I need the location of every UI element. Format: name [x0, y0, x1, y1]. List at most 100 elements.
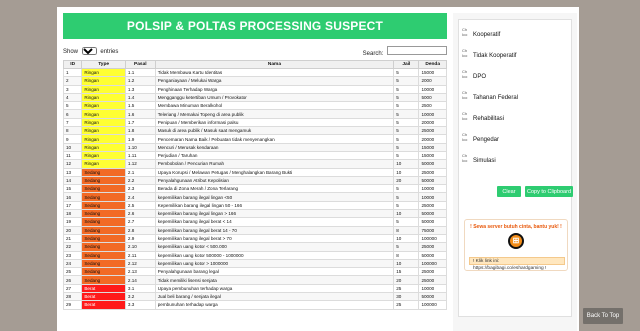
page-title: POLSIP & POLTAS PROCESSING SUSPECT: [63, 13, 447, 39]
search-input[interactable]: [387, 45, 447, 55]
denda-cell: 50000: [418, 291, 447, 302]
type-cell: Ringan: [81, 67, 126, 78]
checkbox-pengedar[interactable]: Ch Ico Pengedar: [462, 133, 499, 147]
table-row: 6 Ringan 1.6 Teleriang / Memakai Topeng di …: [63, 109, 447, 119]
type-cell: Ringan: [81, 142, 126, 152]
broken-checkbox-icon[interactable]: Ch Ico: [462, 133, 471, 147]
denda-cell: 15000: [418, 67, 447, 78]
nama-cell: Mengganggu ketertiban Umum / Provokator: [154, 92, 395, 103]
type-cell: Ringan: [81, 92, 126, 103]
denda-cell: 100000: [418, 258, 447, 269]
nama-cell: Penyalahgunaan Atribut Kepolisian: [154, 175, 395, 186]
denda-cell: 25000: [418, 200, 447, 211]
jail-cell: 15: [393, 267, 420, 277]
pasal-cell: 2.1: [124, 167, 156, 177]
table-row: 23 Sedang 2.11 kepemilikan uang kotor 50000…: [63, 250, 447, 260]
denda-cell: 25000: [418, 242, 447, 252]
id-cell: 18: [63, 209, 83, 219]
table-row: 22 Sedang 2.10 kepemilikan uang kotor < 500…: [63, 242, 447, 252]
nama-cell: kepemilikan uang kotor < 500.000: [154, 242, 395, 252]
column-header-type[interactable]: Type: [81, 60, 126, 69]
type-cell: Sedang: [81, 267, 126, 277]
pasal-cell: 3.1: [124, 283, 156, 294]
column-header-pasal[interactable]: Pasal: [124, 60, 156, 69]
main-page: POLSIP & POLTAS PROCESSING SUSPECT Show …: [57, 7, 579, 331]
denda-cell: 50000: [418, 159, 447, 169]
nama-cell: Penganiayaan / Melukai Warga: [154, 76, 395, 86]
copy-to-clipboard-button[interactable]: Copy to Clipboard: [525, 186, 573, 197]
jail-cell: 10: [393, 209, 420, 219]
checkbox-tidak-kooperatif[interactable]: Ch Ico Tidak Kooperatif: [462, 49, 516, 63]
denda-cell: 50000: [418, 217, 447, 227]
pasal-cell: 2.14: [124, 275, 156, 285]
denda-cell: 50000: [418, 175, 447, 186]
nama-cell: Upaya pembunuhan terhadap warga: [154, 283, 395, 294]
type-cell: Sedang: [81, 200, 126, 211]
jail-cell: 5: [393, 76, 420, 86]
denda-cell: 25000: [418, 275, 447, 285]
id-cell: 27: [63, 283, 83, 294]
entries-label: entries: [100, 49, 119, 55]
table-row: 4 Ringan 1.4 Mengganggu ketertiban Umum / P…: [63, 92, 447, 103]
broken-checkbox-icon[interactable]: Ch Ico: [462, 112, 471, 126]
checkbox-kooperatif[interactable]: Ch Ico Kooperatif: [462, 28, 500, 42]
pasal-cell: 2.5: [124, 200, 156, 211]
checkbox-dpo[interactable]: Ch Ico DPO: [462, 70, 486, 84]
broken-checkbox-icon[interactable]: Ch Ico: [462, 154, 471, 168]
type-cell: Sedang: [81, 250, 126, 260]
entries-select[interactable]: [81, 47, 97, 55]
nama-cell: Upaya Korupsi / Melawan Petugas / Mengha…: [154, 167, 395, 177]
jail-cell: 5: [393, 101, 420, 111]
jail-cell: 5: [393, 67, 420, 78]
nama-cell: kepemilikan barang ilegal lingan > 166: [154, 209, 395, 219]
jail-cell: 10: [393, 167, 420, 177]
denda-cell: 50000: [418, 209, 447, 219]
checkbox-rehabilitasi[interactable]: Ch Ico Rehabilitasi: [462, 112, 504, 126]
jail-cell: 8: [393, 225, 420, 235]
checkbox-tahanan-federal[interactable]: Ch Ico Tahanan Federal: [462, 91, 518, 105]
id-cell: 13: [63, 167, 83, 177]
column-header-jail[interactable]: Jail: [393, 60, 420, 69]
broken-checkbox-icon[interactable]: Ch Ico: [462, 49, 471, 63]
type-cell: Ringan: [81, 76, 126, 86]
nama-cell: kepemilikan uang kotor 500000 - 1000000: [154, 250, 395, 260]
table-section: POLSIP & POLTAS PROCESSING SUSPECT Show …: [63, 13, 447, 331]
jail-cell: 10: [393, 159, 420, 169]
clear-button[interactable]: Clear: [497, 186, 521, 197]
nama-cell: Tidak memiliki lisensi senjata: [154, 275, 395, 285]
checkbox-simulasi[interactable]: Ch Ico Simulasi: [462, 154, 496, 168]
donation-link[interactable]: ! Klik link ini: https://bagibagi.co/esh…: [469, 257, 565, 271]
nama-cell: Mencuri / Merusak kendaraan: [154, 142, 395, 152]
donation-message: ! Sewa server butuh cinta, bantu yuk! !: [470, 224, 562, 230]
table-row: 9 Ringan 1.9 Pencemaran Nama Baik / Pebuata…: [63, 134, 447, 144]
type-cell: Ringan: [81, 134, 126, 144]
type-cell: Sedang: [81, 233, 126, 244]
violations-table: ID Type Pasal Nama Jail Denda 1 Ringan 1.1 Tidak…: [63, 60, 447, 310]
type-cell: Sedang: [81, 192, 126, 202]
column-header-denda[interactable]: Denda: [418, 60, 447, 69]
pasal-cell: 2.2: [124, 175, 156, 186]
denda-cell: 25000: [418, 267, 447, 277]
pasal-cell: 2.9: [124, 233, 156, 244]
broken-checkbox-icon[interactable]: Ch Ico: [462, 70, 471, 84]
denda-cell: 50000: [418, 250, 447, 260]
id-cell: 15: [63, 184, 83, 194]
jail-cell: 5: [393, 200, 420, 211]
column-header-nama[interactable]: Nama: [154, 60, 395, 69]
type-cell: Sedang: [81, 167, 126, 177]
column-header-id[interactable]: ID: [63, 60, 83, 69]
broken-checkbox-icon[interactable]: Ch Ico: [462, 28, 471, 42]
back-to-top-button[interactable]: Back To Top: [583, 308, 623, 324]
pasal-cell: 1.11: [124, 150, 156, 161]
type-cell: Berat: [81, 300, 126, 310]
jail-cell: 5: [393, 192, 420, 202]
pasal-cell: 2.12: [124, 258, 156, 269]
table-header-row: ID Type Pasal Nama Jail Denda: [63, 60, 447, 69]
jail-cell: 5: [393, 242, 420, 252]
id-cell: 24: [63, 258, 83, 269]
table-row: 8 Ringan 1.8 Masuk di area publik / Masuk s…: [63, 126, 447, 136]
broken-checkbox-icon[interactable]: Ch Ico: [462, 91, 471, 105]
table-row: 19 Sedang 2.7 kepemilikan barang ilegal ber…: [63, 217, 447, 227]
table-row: 10 Ringan 1.10 Mencuri / Merusak kendaraan 5…: [63, 142, 447, 152]
pasal-cell: 2.8: [124, 225, 156, 235]
